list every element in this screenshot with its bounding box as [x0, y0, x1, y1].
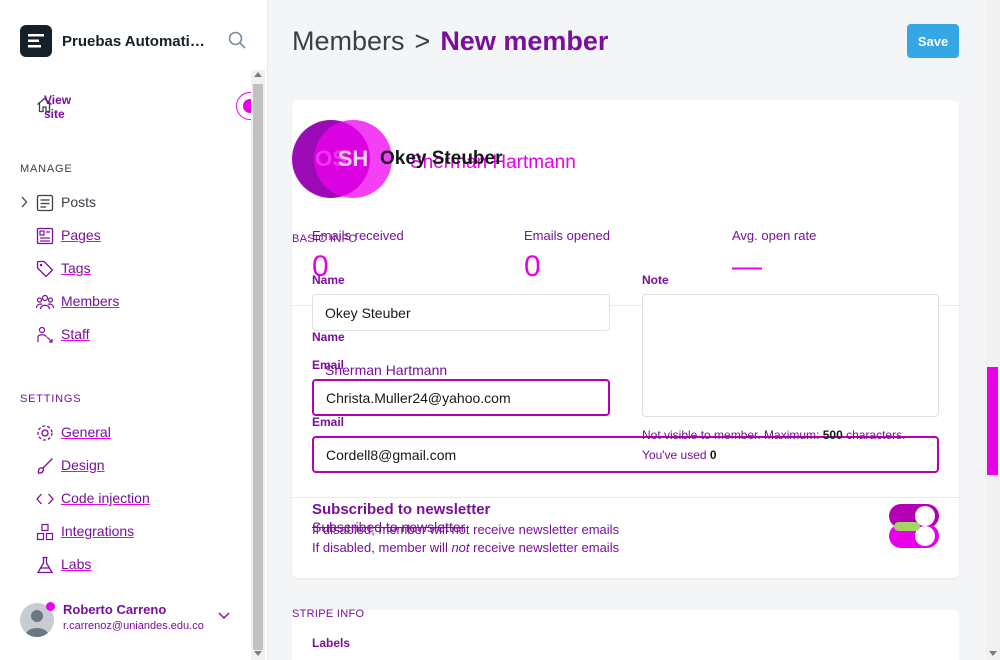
- name-label-overlay: Name: [312, 330, 345, 344]
- member-card: OS SH Sherman Hartmann Okey Steuber Emai…: [292, 100, 959, 578]
- app-window: Pruebas Automatizadas View site MANAGE P…: [0, 0, 1000, 660]
- chevron-right-icon[interactable]: [20, 196, 28, 208]
- scrollbar-thumb[interactable]: [987, 367, 998, 475]
- note-used-text: You've used: [642, 448, 710, 462]
- note-hint-text: Not visible to member. Maximum:: [642, 428, 823, 442]
- sidebar-item-code-injection[interactable]: Code injection: [20, 482, 250, 515]
- email-label-overlay: Email: [312, 415, 345, 429]
- settings-nav: General Design Code injection Integratio…: [20, 416, 250, 581]
- open-rate-label: Avg. open rate: [732, 228, 817, 243]
- stripe-card: [292, 610, 959, 660]
- note-max: 500: [822, 428, 843, 442]
- newsletter-hint-suffix: receive newsletter emails: [469, 540, 620, 555]
- note-textarea[interactable]: [642, 294, 939, 417]
- sidebar-item-tags[interactable]: Tags: [20, 252, 250, 285]
- emails-opened-value: 0: [524, 250, 541, 283]
- sidebar-item-posts[interactable]: Posts: [20, 186, 250, 219]
- emails-opened-label: Emails opened: [524, 228, 610, 243]
- user-menu[interactable]: Roberto Carreno r.carrenoz@uniandes.edu.…: [20, 600, 245, 640]
- name-label: Name: [312, 273, 345, 287]
- sidebar-item-pages[interactable]: Pages: [20, 219, 250, 252]
- page-title: New member: [440, 26, 609, 56]
- scrollbar-thumb[interactable]: [253, 84, 263, 650]
- user-email: r.carrenoz@uniandes.edu.co: [63, 620, 204, 632]
- posts-icon: [36, 194, 54, 212]
- sidebar-item-label: Code injection: [61, 490, 150, 506]
- sidebar-scrollbar[interactable]: [251, 70, 265, 660]
- name-input[interactable]: Okey Steuber: [312, 294, 610, 331]
- tag-icon: [36, 260, 54, 278]
- newsletter-title: Subscribed to newsletter: [312, 501, 491, 518]
- sidebar-item-label: Members: [61, 293, 120, 309]
- sidebar-item-label: Pages: [61, 227, 101, 243]
- manage-nav: Posts Pages Tags Members Staff: [20, 186, 250, 351]
- email-input[interactable]: Christa.Muller24@yahoo.com: [312, 379, 610, 416]
- labels-label: Labels: [312, 636, 351, 650]
- flask-icon: [36, 556, 54, 574]
- divider: [292, 497, 959, 498]
- note-label: Note: [642, 273, 669, 287]
- brand-title: Pruebas Automatizadas: [62, 32, 212, 50]
- gear-icon: [37, 425, 53, 441]
- newsletter-hint: If disabled, member will not receive new…: [312, 540, 619, 555]
- email-label: Email: [312, 358, 345, 372]
- basic-info-label: BASIC INFO: [292, 233, 358, 245]
- newsletter-toggle[interactable]: [889, 504, 939, 548]
- newsletter-hint-prefix: If disabled, member will: [312, 540, 452, 555]
- sidebar-item-label: Design: [61, 457, 105, 473]
- main-scrollbar[interactable]: [985, 0, 1000, 660]
- note-hint: Not visible to member. Maximum: 500 char…: [642, 425, 905, 465]
- status-dot: [46, 602, 55, 611]
- sidebar-item-members[interactable]: Members: [20, 285, 250, 318]
- sidebar-item-label: Staff: [61, 326, 90, 342]
- members-icon: [36, 294, 54, 310]
- sidebar-item-design[interactable]: Design: [20, 449, 250, 482]
- view-site-label: View site: [44, 92, 72, 121]
- integrations-icon: [36, 523, 54, 541]
- search-icon[interactable]: [228, 31, 246, 54]
- brand-logo-icon: [20, 25, 52, 57]
- sidebar-item-label: Tags: [61, 260, 91, 276]
- scroll-down-icon[interactable]: [254, 651, 262, 656]
- brand[interactable]: Pruebas Automatizadas: [20, 25, 212, 57]
- chevron-down-icon[interactable]: [218, 612, 230, 620]
- breadcrumb-members-link[interactable]: Members: [292, 26, 405, 57]
- brush-icon: [37, 458, 53, 474]
- sidebar-item-integrations[interactable]: Integrations: [20, 515, 250, 548]
- pages-icon: [36, 227, 54, 245]
- newsletter-hint-emphasis: not: [451, 540, 470, 555]
- member-name: Okey Steuber: [380, 148, 503, 169]
- open-rate-value: —: [732, 250, 762, 283]
- sidebar-item-label: Labs: [61, 556, 92, 572]
- breadcrumb: Members > New member: [292, 26, 608, 57]
- main-content: Members > New member Save OS SH Sherman …: [268, 0, 1000, 660]
- breadcrumb-separator: >: [414, 26, 431, 56]
- stripe-info-label: STRIPE INFO: [292, 608, 365, 620]
- note-used-count: 0: [709, 448, 717, 462]
- sidebar: Pruebas Automatizadas View site MANAGE P…: [0, 0, 268, 660]
- scroll-down-icon[interactable]: [989, 651, 997, 656]
- manage-section-label: MANAGE: [20, 163, 73, 175]
- user-name: Roberto Carreno: [63, 602, 167, 617]
- note-hint-suffix: characters.: [842, 428, 906, 442]
- staff-icon: [37, 326, 53, 343]
- newsletter-hint-overlay: If disabled, member will not receive new…: [312, 522, 620, 537]
- sidebar-item-general[interactable]: General: [20, 416, 250, 449]
- sidebar-item-staff[interactable]: Staff: [20, 318, 250, 351]
- code-icon: [36, 493, 54, 505]
- sidebar-item-label: General: [61, 424, 111, 440]
- scroll-up-icon[interactable]: [254, 72, 262, 77]
- settings-section-label: SETTINGS: [20, 393, 82, 405]
- sidebar-item-labs[interactable]: Labs: [20, 548, 250, 581]
- view-site-link[interactable]: View site: [36, 93, 71, 121]
- sidebar-item-label: Integrations: [61, 523, 135, 539]
- save-button[interactable]: Save: [907, 24, 959, 58]
- sidebar-item-label: Posts: [61, 194, 97, 210]
- toggle-indicator: [894, 522, 920, 531]
